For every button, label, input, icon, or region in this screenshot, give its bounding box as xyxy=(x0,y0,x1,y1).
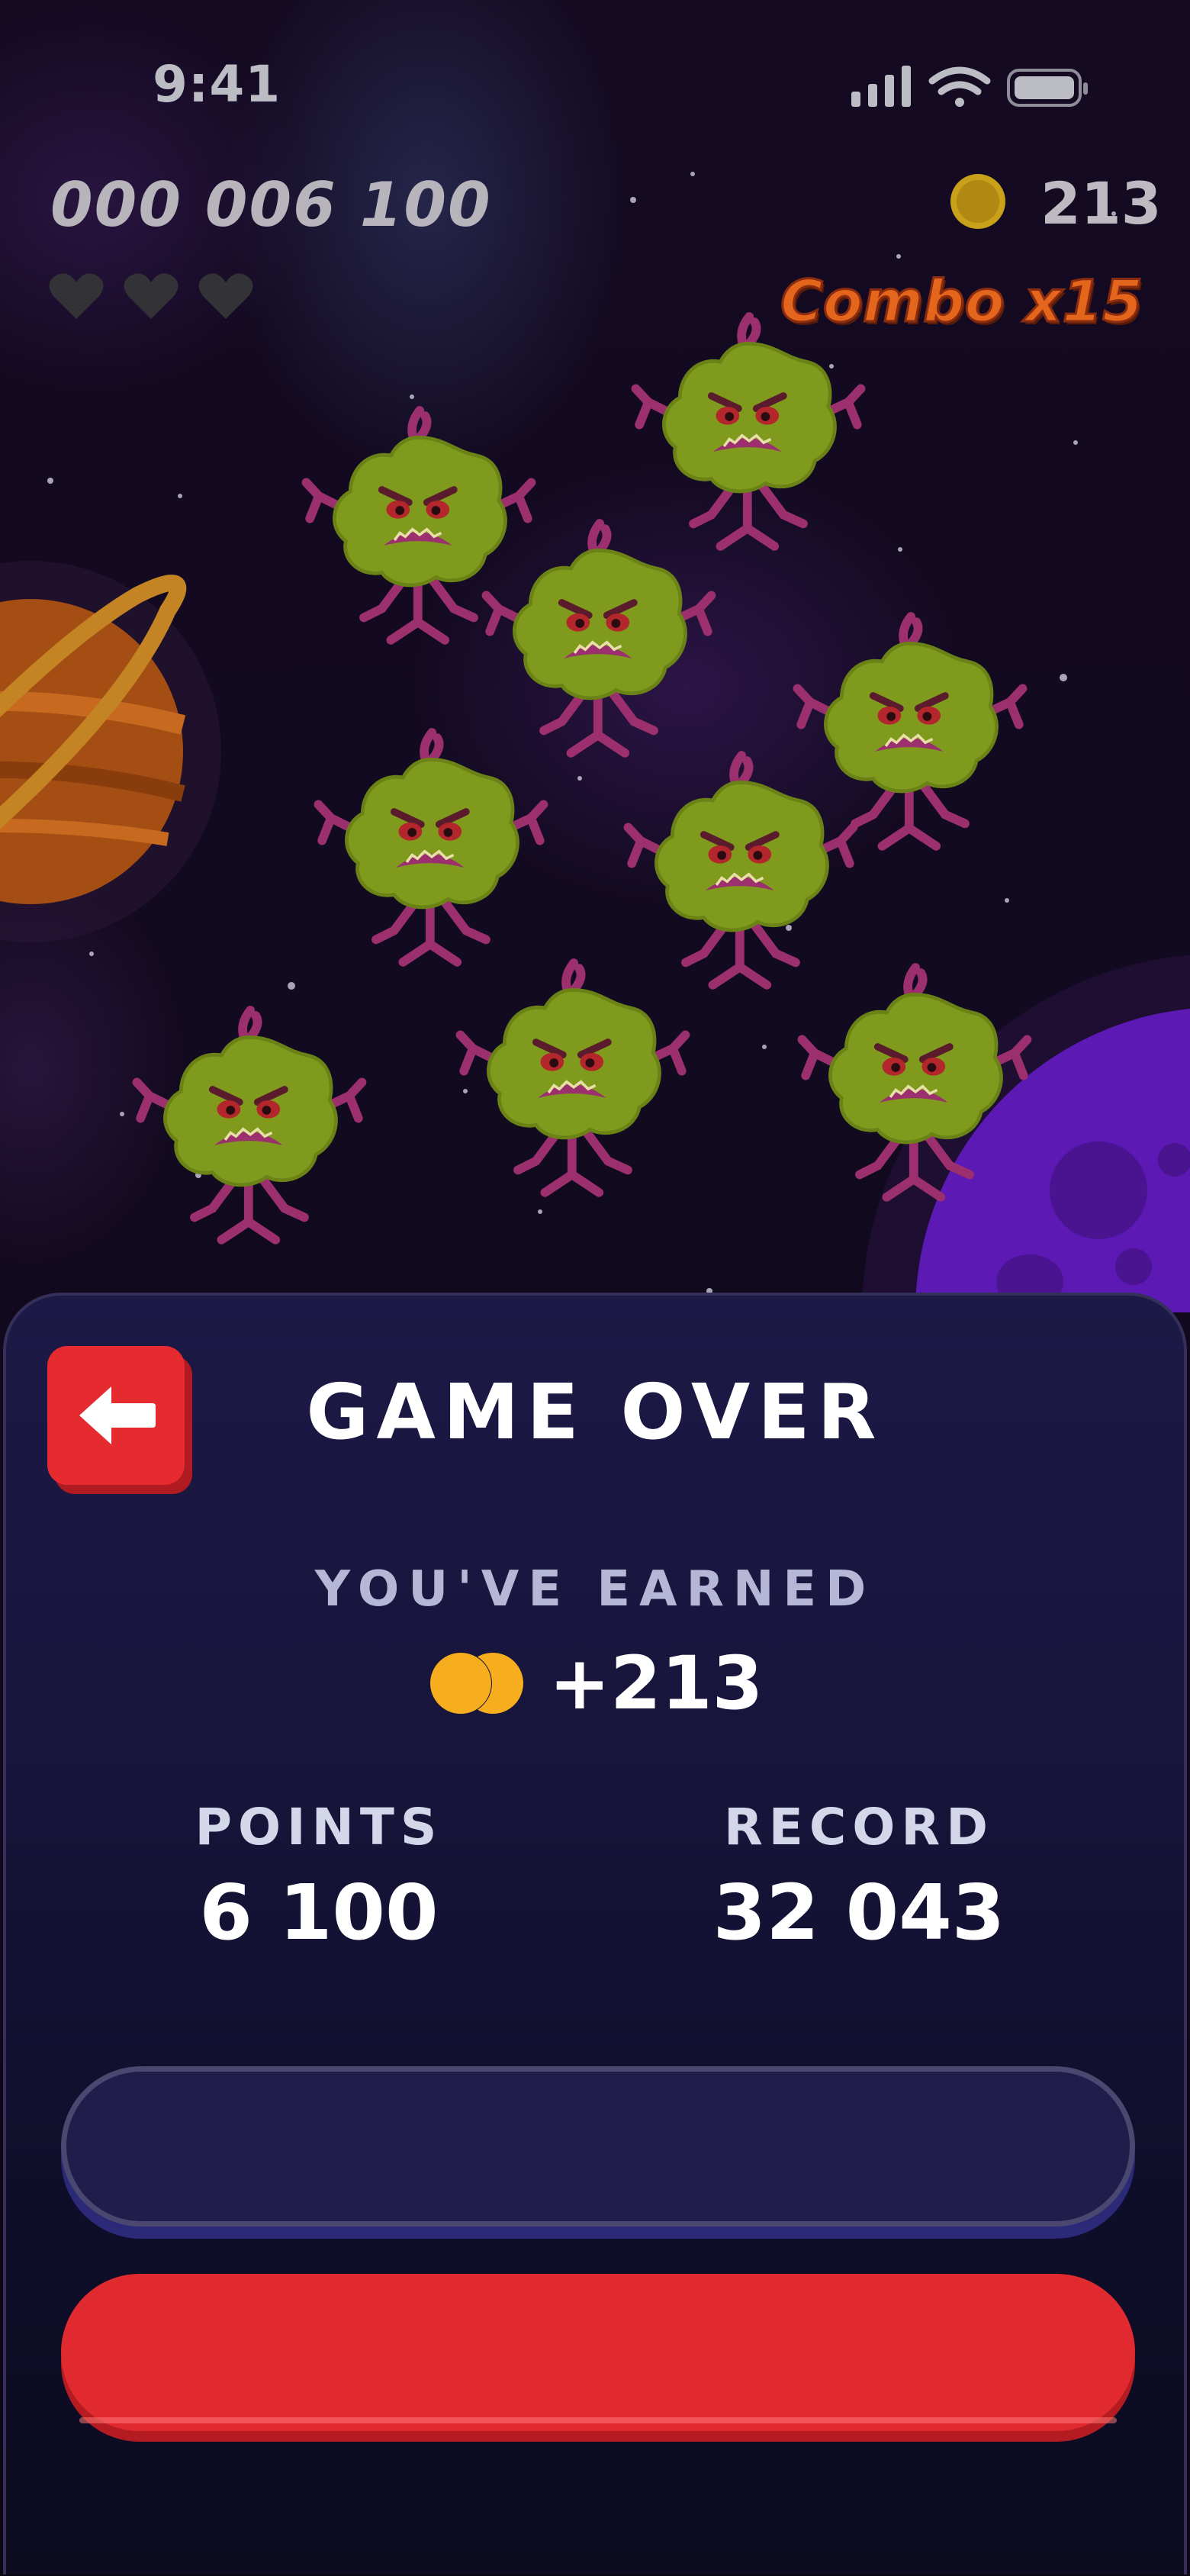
status-icons xyxy=(851,66,1088,107)
record-label: RECORD xyxy=(723,1798,995,1856)
battery-icon xyxy=(1007,69,1088,107)
earned-reward: +213 xyxy=(0,1641,1190,1726)
points-value: 6 100 xyxy=(199,1868,439,1957)
cellular-signal-icon xyxy=(851,66,911,107)
enemy-monster[interactable] xyxy=(802,968,1027,1197)
coin-stack-icon xyxy=(429,1652,523,1715)
enemy-monster[interactable] xyxy=(460,963,685,1193)
earned-label: YOU'VE EARNED xyxy=(314,1561,876,1618)
wifi-icon xyxy=(928,66,991,107)
lives-indicator xyxy=(47,272,255,322)
game-screen: 9:41 000 006 100 213 Combo x15 GAME OVER… xyxy=(0,0,1190,2576)
secondary-action-button[interactable] xyxy=(61,2066,1135,2227)
coin-count: 213 xyxy=(1040,169,1162,237)
arrow-left-icon xyxy=(79,1386,156,1444)
enemy-monster[interactable] xyxy=(635,317,860,546)
heart-icon xyxy=(49,273,104,319)
enemy-monster[interactable] xyxy=(628,755,853,985)
combo-indicator: Combo x15 xyxy=(779,266,1143,336)
score-counter: 000 006 100 xyxy=(50,169,492,240)
enemy-monster[interactable] xyxy=(318,733,543,962)
back-button[interactable] xyxy=(47,1346,185,1485)
earned-value: +213 xyxy=(548,1641,764,1726)
status-time: 9:41 xyxy=(153,55,281,114)
heart-icon xyxy=(124,273,178,319)
points-label: POINTS xyxy=(195,1798,443,1856)
enemy-monster[interactable] xyxy=(486,523,711,753)
primary-action-button[interactable] xyxy=(61,2274,1135,2431)
record-value: 32 043 xyxy=(712,1868,1005,1957)
heart-icon xyxy=(198,273,253,319)
game-over-title: GAME OVER xyxy=(306,1367,884,1457)
enemy-monster[interactable] xyxy=(797,617,1022,846)
enemy-monster[interactable] xyxy=(137,1010,362,1240)
coin-icon xyxy=(950,174,1005,229)
